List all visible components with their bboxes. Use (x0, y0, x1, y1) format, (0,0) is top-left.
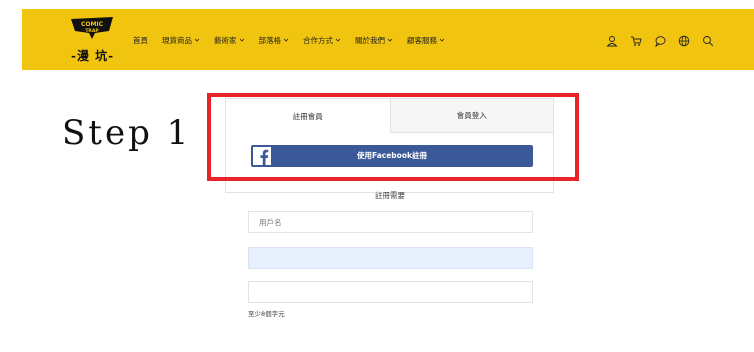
nav-item-products[interactable]: 現貨商品 (162, 33, 200, 47)
username-input[interactable] (248, 211, 533, 233)
chevron-down-icon (335, 38, 341, 42)
nav-item-about[interactable]: 關於我們 (355, 33, 393, 47)
auth-tabs: 註冊會員 會員登入 (226, 99, 553, 133)
chevron-down-icon (194, 38, 200, 42)
globe-icon[interactable] (678, 35, 690, 47)
password-hint: 至少8個字元 (248, 310, 285, 318)
auth-panel: 註冊會員 會員登入 使用Facebook註冊 (225, 98, 554, 193)
search-icon[interactable] (702, 35, 714, 47)
user-icon[interactable] (606, 35, 618, 47)
facebook-register-button[interactable]: 使用Facebook註冊 (251, 145, 533, 167)
nav-item-blog[interactable]: 部落格 (259, 33, 290, 47)
nav-item-cooperation[interactable]: 合作方式 (303, 33, 341, 47)
chevron-down-icon (283, 38, 289, 42)
site-logo[interactable]: COMIC TRAP -漫 坑- (69, 17, 117, 63)
chevron-down-icon (439, 38, 445, 42)
svg-text:COMIC: COMIC (81, 21, 104, 28)
nav-item-home[interactable]: 首頁 (133, 33, 148, 47)
facebook-button-label: 使用Facebook註冊 (357, 151, 427, 160)
logo-chinese-text: -漫 坑- (71, 49, 115, 63)
chevron-down-icon (387, 38, 393, 42)
nav-item-customer-service[interactable]: 顧客服務 (407, 33, 445, 47)
header-icons (606, 35, 726, 47)
register-required-label: 註冊需要 (375, 191, 405, 200)
chat-icon[interactable] (654, 35, 666, 47)
main-nav: 首頁 現貨商品 藝術家 部落格 合作方式 關於我們 顧客服務 (133, 33, 459, 47)
comic-trap-logo-icon: COMIC TRAP (71, 17, 113, 39)
chevron-down-icon (239, 38, 244, 42)
tab-login[interactable]: 會員登入 (389, 99, 553, 133)
svg-text:TRAP: TRAP (85, 28, 99, 34)
cart-icon[interactable] (630, 35, 642, 47)
step-label: Step 1 (62, 113, 192, 153)
site-header: COMIC TRAP -漫 坑- 首頁 現貨商品 藝術家 部落格 合作方式 關於… (22, 9, 754, 70)
email-input[interactable] (248, 247, 533, 269)
tab-register[interactable]: 註冊會員 (226, 99, 390, 133)
password-input[interactable] (248, 281, 533, 303)
nav-item-artists[interactable]: 藝術家 (214, 33, 245, 47)
